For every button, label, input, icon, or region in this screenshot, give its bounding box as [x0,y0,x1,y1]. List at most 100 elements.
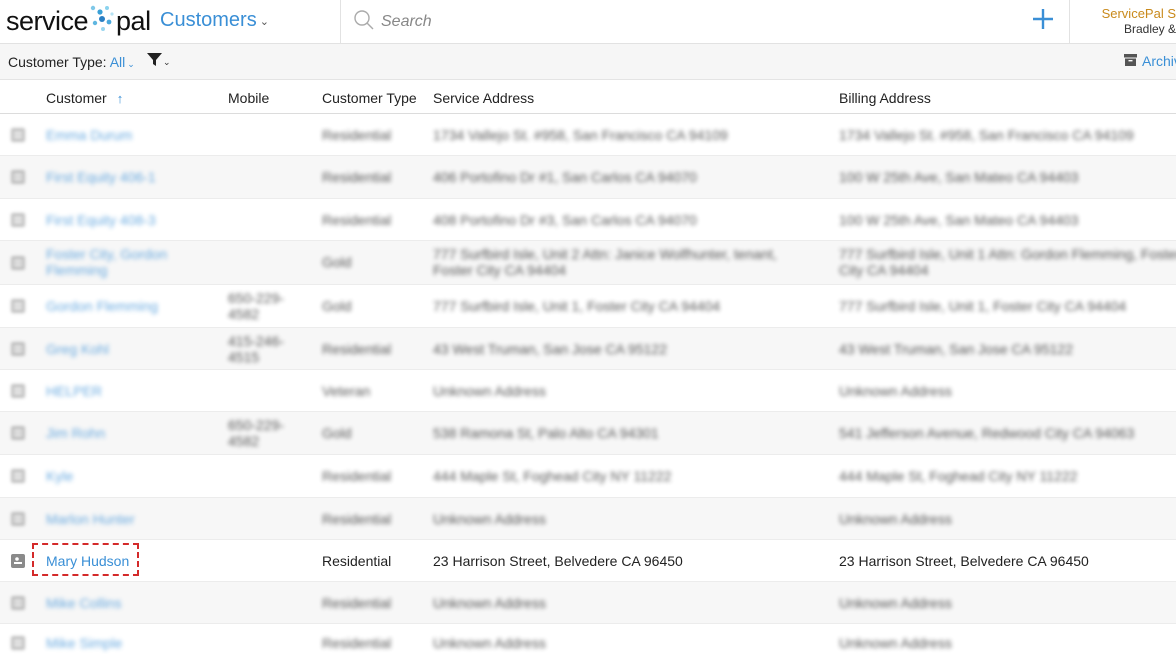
contact-card-icon [10,511,26,530]
customer-type: Residential [322,553,392,569]
search-icon [353,9,375,36]
billing-address: 100 W 25th Ave, San Mateo CA 94403 [839,169,1079,185]
servicepal-logo[interactable]: service pal [6,4,151,38]
customer-name-link[interactable]: Mary Hudson [46,553,221,569]
contact-card-icon [10,212,26,231]
sort-up-arrow-icon: ↑ [116,91,124,106]
customer-type: Gold [322,298,352,314]
table-row-selected[interactable]: Mary Hudson Residential 23 Harrison Stre… [0,540,1176,582]
service-address: 777 Surfbird Isle, Unit 2 Attn: Janice W… [433,246,777,278]
customer-type: Residential [322,511,392,527]
table-row[interactable]: Mike Simple Residential Unknown Address … [0,624,1176,651]
customer-name-link[interactable]: Mike Collins [46,595,221,611]
customer-name-link[interactable]: Foster City, Gordon Flemming [46,246,221,278]
filter-button[interactable]: ⌄ [147,53,171,72]
contact-card-icon [10,425,26,444]
billing-address: 541 Jefferson Avenue, Redwood City CA 94… [839,425,1135,441]
table-row[interactable]: Jim Rohn 650-229-4582 Gold 538 Ramona St… [0,412,1176,455]
chevron-down-icon: ⌄ [259,16,269,28]
customer-name-link[interactable]: Gordon Flemming [46,298,221,314]
service-address: Unknown Address [433,383,546,399]
table-row[interactable]: First Equity 406-1 Residential 406 Porto… [0,156,1176,199]
table-row[interactable]: Gordon Flemming 650-229-4582 Gold 777 Su… [0,285,1176,328]
section-switcher[interactable]: Customers ⌄ [160,9,269,32]
column-header-customer[interactable]: Customer ↑ [46,90,123,106]
filter-bar: Customer Type: All⌄ ⌄ Archiv [0,44,1176,80]
customer-name-link[interactable]: Emma Durum [46,127,221,143]
table-row[interactable]: Foster City, Gordon Flemming Gold 777 Su… [0,241,1176,285]
contact-card-icon [10,595,26,614]
section-title: Customers [160,9,257,31]
column-header-service-address[interactable]: Service Address [433,90,534,106]
table-header: Customer ↑ Mobile Customer Type Service A… [0,80,1176,114]
customer-type-value[interactable]: All [110,54,126,70]
customer-mobile: 650-229-4582 [228,290,285,322]
customer-mobile: 415-246-4515 [228,333,285,365]
customer-name-link[interactable]: Jim Rohn [46,425,221,441]
contact-card-icon [10,468,26,487]
contact-card-icon [10,553,26,572]
customer-type: Veteran [322,383,371,399]
chevron-down-icon: ⌄ [127,59,135,69]
service-address: 406 Portofino Dr #1, San Carlos CA 94070 [433,169,697,185]
contact-card-icon [10,255,26,274]
service-address: 43 West Truman, San Jose CA 95122 [433,341,667,357]
billing-address: Unknown Address [839,595,952,611]
service-address: 23 Harrison Street, Belvedere CA 96450 [433,553,683,569]
customer-type: Residential [322,212,392,228]
table-row[interactable]: First Equity 408-3 Residential 408 Porto… [0,199,1176,241]
archive-link[interactable]: Archiv [1124,53,1176,69]
customer-name-link[interactable]: Kyle [46,468,221,484]
customer-name-link[interactable]: First Equity 406-1 [46,169,221,185]
contact-card-icon [10,298,26,317]
logo-text-right: pal [116,5,151,36]
customer-name-link[interactable]: Marlon Hunter [46,511,221,527]
customer-type: Residential [322,468,392,484]
billing-address: 777 Surfbird Isle, Unit 1 Attn: Gordon F… [839,246,1176,278]
archive-label: Archiv [1142,53,1176,69]
contact-card-icon [10,127,26,146]
customer-type: Residential [322,127,392,143]
contact-card-icon [10,341,26,360]
table-row[interactable]: Mike Collins Residential Unknown Address… [0,582,1176,624]
billing-address: 444 Maple St, Foghead City NY 11222 [839,468,1078,484]
account-menu[interactable]: ServicePal S Bradley & [1080,6,1176,36]
account-user: Bradley & [1123,22,1176,36]
customer-type-filter[interactable]: Customer Type: All ⌄ [8,54,135,70]
customer-type-label: Customer Type: [8,54,107,70]
table-row[interactable]: HELPER Veteran Unknown Address Unknown A… [0,370,1176,412]
logo-text-left: service [6,5,89,36]
contact-card-icon [10,383,26,402]
column-header-customer-type[interactable]: Customer Type [322,90,417,106]
billing-address: Unknown Address [839,383,952,399]
customer-name-link[interactable]: First Equity 408-3 [46,212,221,228]
column-header-billing-address[interactable]: Billing Address [839,90,931,106]
table-row[interactable]: Greg Kohl 415-246-4515 Residential 43 We… [0,328,1176,370]
customer-type: Residential [322,169,392,185]
table-row[interactable]: Kyle Residential 444 Maple St, Foghead C… [0,455,1176,498]
plus-icon [1031,7,1055,36]
billing-address: 1734 Vallejo St. #958, San Francisco CA … [839,127,1134,143]
service-address: 538 Ramona St, Palo Alto CA 94301 [433,425,659,441]
customer-name-link[interactable]: Greg Kohl [46,341,221,357]
table-row[interactable]: Marlon Hunter Residential Unknown Addres… [0,498,1176,540]
search-input[interactable] [379,12,979,32]
add-button[interactable] [1026,4,1060,38]
service-address: Unknown Address [433,511,546,527]
archive-box-icon [1124,53,1142,69]
billing-address: 43 West Truman, San Jose CA 95122 [839,341,1073,357]
customer-mobile: 650-229-4582 [228,417,285,449]
contact-card-icon [10,635,26,654]
table-row[interactable]: Emma Durum Residential 1734 Vallejo St. … [0,114,1176,156]
contact-card-icon [10,169,26,188]
customer-type: Gold [322,425,352,441]
customer-type: Residential [322,341,392,357]
billing-address: 777 Surfbird Isle, Unit 1, Foster City C… [839,298,1127,314]
customer-name-link[interactable]: HELPER [46,383,221,399]
customer-type: Residential [322,595,392,611]
search-bar [340,0,1070,44]
service-address: 408 Portofino Dr #3, San Carlos CA 94070 [433,212,697,228]
column-header-mobile[interactable]: Mobile [228,90,269,106]
billing-address: Unknown Address [839,511,952,527]
chevron-down-icon: ⌄ [163,57,171,67]
